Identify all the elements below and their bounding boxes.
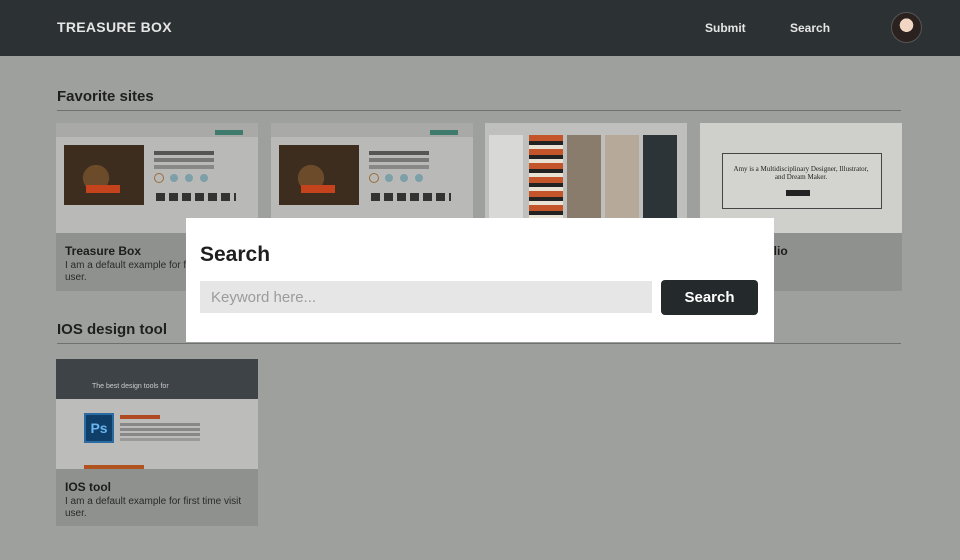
card-description: I am a default example for first time vi… (65, 496, 242, 519)
thumb-avatars (156, 193, 236, 201)
section-divider (57, 110, 901, 111)
site-thumbnail (56, 123, 258, 233)
site-thumbnail: Amy is a Multidisciplinary Designer, Ill… (700, 123, 902, 233)
card-title: Treasure Box (65, 244, 142, 258)
photoshop-icon: Ps (84, 413, 114, 443)
thumb-score-circles (369, 173, 379, 183)
thumb-next-item (84, 465, 144, 469)
brand-logo[interactable]: TREASURE BOX (57, 19, 172, 35)
card-title: IOS tool (65, 480, 111, 494)
thumb-score-circles (154, 173, 164, 183)
thumb-sidebar (489, 135, 523, 231)
thumb-pin-image (567, 135, 601, 231)
user-avatar[interactable] (891, 12, 922, 43)
thumb-tagline: Amy is a Multidisciplinary Designer, Ill… (733, 165, 869, 181)
site-thumbnail (485, 123, 687, 233)
section-title-favorites: Favorite sites (57, 88, 154, 105)
thumb-pin-image (529, 135, 563, 231)
thumb-avatars (371, 193, 451, 201)
site-card-ios-tool[interactable]: The best design tools for Ps IOS tool I … (56, 359, 258, 526)
nav-submit-link[interactable]: Submit (705, 21, 746, 35)
thumb-text-lines (369, 151, 429, 155)
thumb-accent (430, 130, 458, 135)
thumb-header (56, 359, 258, 399)
thumb-accent (215, 130, 243, 135)
thumb-hero-image (279, 145, 359, 205)
nav-search-link[interactable]: Search (790, 21, 830, 35)
thumb-pin-image (643, 135, 677, 231)
thumb-headline: The best design tools for (92, 383, 169, 390)
search-button[interactable]: Search (661, 280, 758, 315)
thumb-app-name (120, 415, 160, 419)
thumb-hero-image (64, 145, 144, 205)
thumb-button (786, 190, 810, 196)
search-modal: Search Search (186, 218, 774, 342)
site-thumbnail: The best design tools for Ps (56, 359, 258, 469)
thumb-pin-image (605, 135, 639, 231)
modal-title: Search (200, 243, 271, 266)
top-navbar: TREASURE BOX Submit Search (0, 0, 960, 56)
site-thumbnail (271, 123, 473, 233)
thumb-window-frame (722, 153, 882, 209)
section-divider (57, 343, 901, 344)
section-title-ios: IOS design tool (57, 321, 168, 338)
thumb-text-lines (154, 151, 214, 155)
search-input[interactable] (200, 281, 652, 313)
thumb-text-lines (120, 423, 200, 426)
